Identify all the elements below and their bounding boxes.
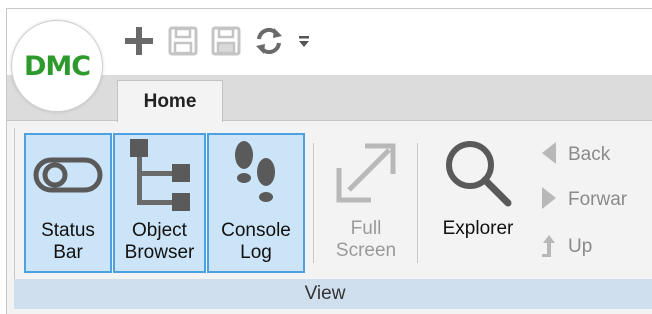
console-log-button[interactable]: Console Log (207, 133, 305, 273)
plus-icon (122, 24, 156, 63)
back-label: Back (568, 144, 611, 165)
status-bar-label-line1: Status (41, 220, 95, 241)
forward-button[interactable]: Forwar (540, 185, 627, 215)
full-screen-button[interactable]: Full Screen (322, 133, 410, 273)
object-browser-label-line2: Browser (124, 242, 195, 263)
footprints-icon (226, 137, 286, 218)
full-screen-label-line2: Screen (335, 240, 397, 261)
title-bar (7, 9, 652, 75)
view-group-label-bar: View (14, 279, 652, 309)
tab-home-label: Home (143, 90, 197, 112)
forward-arrow-icon (540, 185, 558, 216)
object-browser-button[interactable]: Object Browser (113, 133, 206, 273)
ribbon-separator (417, 143, 418, 263)
back-arrow-icon (540, 140, 558, 171)
view-group-label: View (304, 283, 346, 304)
expand-icon (331, 138, 401, 213)
new-button[interactable] (118, 24, 160, 62)
refresh-icon (252, 24, 286, 63)
save-button[interactable] (163, 24, 203, 62)
up-arrow-icon (540, 232, 558, 263)
refresh-button[interactable] (249, 24, 289, 62)
status-bar-button[interactable]: Status Bar (24, 133, 112, 273)
customize-dropdown-icon (297, 32, 311, 55)
app-logo[interactable]: DMC (11, 20, 103, 112)
forward-label: Forwar (568, 189, 628, 210)
customize-toolbar-dropdown[interactable] (292, 24, 316, 62)
toggle-icon (33, 155, 103, 200)
up-button[interactable]: Up (540, 232, 592, 262)
save-as-icon (210, 25, 242, 62)
app-window: Home DMC Status Bar Object Browser Conso… (0, 0, 652, 314)
save-as-button[interactable] (206, 24, 246, 62)
back-button[interactable]: Back (540, 140, 610, 170)
status-bar-label-line2: Bar (53, 242, 83, 263)
explorer-label: Explorer (442, 218, 514, 239)
console-log-label-line2: Log (240, 242, 272, 263)
object-browser-label-line1: Object (132, 220, 187, 241)
up-label: Up (568, 236, 593, 257)
console-log-label-line1: Console (221, 220, 291, 241)
magnifier-icon (440, 135, 516, 216)
save-icon (167, 25, 199, 62)
tree-icon (124, 137, 196, 218)
explorer-button[interactable]: Explorer (426, 133, 530, 273)
tab-home[interactable]: Home (117, 80, 223, 122)
ribbon-separator (313, 143, 314, 263)
logo-text: DMC (23, 50, 91, 82)
tab-strip (7, 75, 652, 121)
full-screen-label-line1: Full (350, 218, 382, 239)
